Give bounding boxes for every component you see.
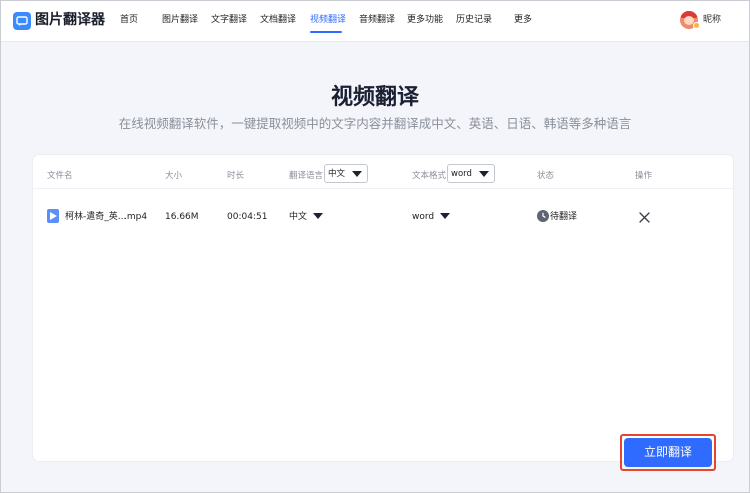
user-nickname[interactable]: 昵称 [703,14,721,26]
header-format: 文本格式 [412,171,447,181]
nav-text-translate[interactable]: 文字翻译 [211,14,247,26]
active-tab-indicator [310,31,342,33]
chevron-down-icon[interactable] [313,213,323,219]
page-subtitle: 在线视频翻译软件，一键提取视频中的文字内容并翻译成中文、英语、日语、韩语等多种语… [118,116,632,131]
nav-more[interactable]: 更多 [514,14,532,26]
app-logo-icon [13,12,31,30]
chevron-down-icon[interactable] [440,213,450,219]
row-status: 待翻译 [550,212,578,222]
nav-document-translate[interactable]: 文档翻译 [260,14,296,26]
header-action: 操作 [635,171,653,181]
page-title: 视频翻译 [330,85,419,110]
app-name[interactable]: 图片翻译器 [35,11,105,29]
clock-icon [537,210,549,222]
row-size: 16.66M [165,212,199,222]
row-file-ext: .mp4 [124,212,148,222]
header-language: 翻译语言 [289,171,324,181]
header-size: 大小 [165,171,183,181]
format-select[interactable]: word [447,164,495,183]
header-duration: 时长 [227,171,245,181]
chevron-down-icon [352,171,362,177]
file-list-card [33,155,733,461]
chevron-down-icon [479,171,489,177]
nav-history[interactable]: 历史记录 [456,14,492,26]
row-format-select[interactable]: word [412,211,434,223]
header-status: 状态 [537,171,555,181]
nav-home[interactable]: 首页 [120,14,138,26]
row-language-select[interactable]: 中文 [289,211,307,223]
row-duration: 00:04:51 [227,212,268,222]
video-file-icon [47,209,59,223]
table-divider [33,188,733,189]
close-icon[interactable] [638,209,651,223]
language-select-value: 中文 [328,169,346,179]
translate-now-button[interactable]: 立即翻译 [624,438,712,467]
nav-more-features[interactable]: 更多功能 [407,14,443,26]
nav-audio-translate[interactable]: 音频翻译 [359,14,395,26]
nav-image-translate[interactable]: 图片翻译 [162,14,198,26]
header-file-name: 文件名 [47,171,73,181]
language-select[interactable]: 中文 [324,164,368,183]
format-select-value: word [451,169,472,179]
avatar-badge [693,22,700,29]
row-file-name: 柯林-遣奇_英... [65,212,127,222]
nav-video-translate[interactable]: 视频翻译 [310,14,346,26]
